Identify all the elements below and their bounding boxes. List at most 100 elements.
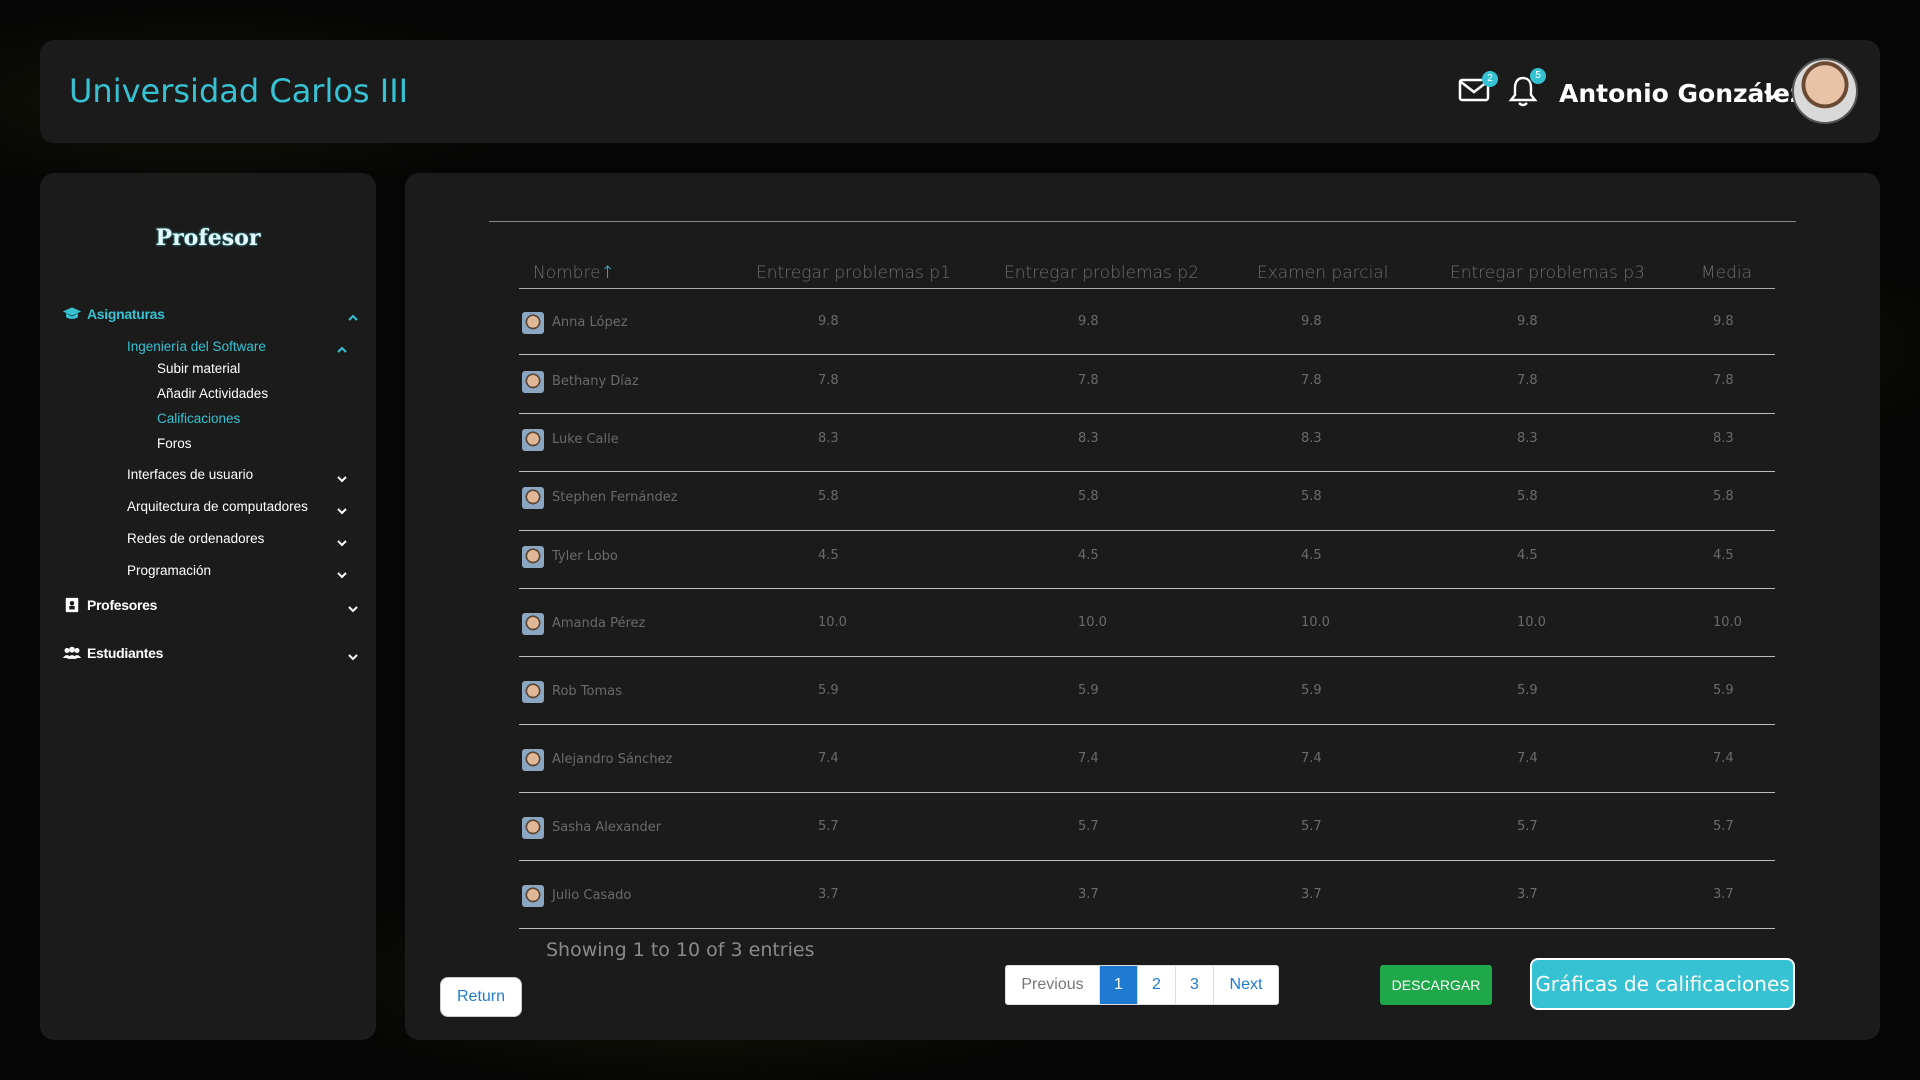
student-name: Alejandro Sánchez <box>552 752 673 767</box>
column-header-label: Nombre <box>533 263 601 283</box>
grade-charts-button[interactable]: Gráficas de calificaciones <box>1530 958 1795 1010</box>
student-avatar <box>522 429 544 451</box>
grade-p1: 3.7 <box>818 887 839 902</box>
grade-p2: 4.5 <box>1078 548 1099 563</box>
grade-media: 7.8 <box>1713 373 1734 388</box>
id-badge-icon <box>65 597 79 613</box>
top-header: Universidad Carlos III 2 5 Antonio Gonzá… <box>40 40 1880 143</box>
column-header-examen[interactable]: Examen parcial <box>1257 263 1388 283</box>
grade-media: 7.4 <box>1713 751 1734 766</box>
student-name: Sasha Alexander <box>552 820 662 835</box>
grade-p3: 10.0 <box>1517 615 1546 630</box>
column-header-p3[interactable]: Entregar problemas p3 <box>1450 263 1645 283</box>
student-avatar <box>522 681 544 703</box>
row-divider <box>519 860 1775 861</box>
column-header-media[interactable]: Media <box>1701 263 1752 283</box>
grade-p1: 10.0 <box>818 615 847 630</box>
student-name: Julio Casado <box>552 888 632 903</box>
pagination-page-1[interactable]: 1 <box>1100 966 1138 1004</box>
row-divider <box>519 354 1775 355</box>
grade-exam: 4.5 <box>1301 548 1322 563</box>
grade-p3: 9.8 <box>1517 314 1538 329</box>
student-name: Rob Tomas <box>552 684 622 699</box>
pagination-previous[interactable]: Previous <box>1006 966 1100 1004</box>
sidebar: Profesor Asignaturas Ingeniería del Soft… <box>40 173 376 1040</box>
grade-p2: 7.4 <box>1078 751 1099 766</box>
student-name: Anna López <box>552 315 628 330</box>
chevron-down-icon[interactable] <box>336 474 348 484</box>
mail-button[interactable]: 2 <box>1458 71 1498 107</box>
chevron-up-icon[interactable] <box>336 345 348 355</box>
sidebar-item-asignaturas[interactable]: Asignaturas <box>62 306 165 322</box>
sidebar-subitem-anadir-actividades[interactable]: Añadir Actividades <box>157 386 268 401</box>
student-name: Tyler Lobo <box>552 549 618 564</box>
student-avatar <box>522 312 544 334</box>
sidebar-subitem-calificaciones[interactable]: Calificaciones <box>157 411 240 426</box>
chevron-down-icon[interactable] <box>347 604 359 614</box>
sidebar-item-label: Calificaciones <box>157 411 241 426</box>
sidebar-subitem-foros[interactable]: Foros <box>157 436 192 451</box>
row-divider <box>519 724 1775 725</box>
column-header-p2[interactable]: Entregar problemas p2 <box>1004 263 1199 283</box>
row-divider <box>519 928 1775 929</box>
grade-p3: 7.8 <box>1517 373 1538 388</box>
grade-p2: 5.9 <box>1078 683 1099 698</box>
pagination-page-2[interactable]: 2 <box>1138 966 1176 1004</box>
return-button[interactable]: Return <box>440 977 522 1017</box>
grade-media: 3.7 <box>1713 887 1734 902</box>
sidebar-item-label: Interfaces de usuario <box>127 467 254 482</box>
grade-media: 5.8 <box>1713 489 1734 504</box>
pagination-next[interactable]: Next <box>1214 966 1278 1004</box>
sidebar-item-label: Estudiantes <box>87 645 164 661</box>
sidebar-item-label: Foros <box>157 436 192 451</box>
chevron-down-icon[interactable] <box>336 538 348 548</box>
chevron-up-icon[interactable] <box>347 313 359 323</box>
grade-p3: 3.7 <box>1517 887 1538 902</box>
grade-p3: 5.7 <box>1517 819 1538 834</box>
grade-exam: 10.0 <box>1301 615 1330 630</box>
grade-media: 4.5 <box>1713 548 1734 563</box>
chevron-down-icon[interactable] <box>347 652 359 662</box>
grade-exam: 5.9 <box>1301 683 1322 698</box>
sidebar-item-profesores[interactable]: Profesores <box>62 597 157 613</box>
chevron-down-icon[interactable] <box>336 506 348 516</box>
grade-media: 9.8 <box>1713 314 1734 329</box>
sidebar-subject-interfaces[interactable]: Interfaces de usuario <box>127 467 253 482</box>
sidebar-subject-arquitectura[interactable]: Arquitectura de computadores <box>127 499 308 514</box>
column-header-p1[interactable]: Entregar problemas p1 <box>756 263 951 283</box>
pagination-page-3[interactable]: 3 <box>1176 966 1214 1004</box>
grade-media: 5.7 <box>1713 819 1734 834</box>
row-divider <box>519 471 1775 472</box>
sidebar-item-label: Profesores <box>87 597 158 613</box>
column-header-nombre[interactable]: Nombre↑ <box>533 263 615 283</box>
sidebar-item-label: Arquitectura de computadores <box>127 499 308 514</box>
grade-p1: 5.8 <box>818 489 839 504</box>
header-divider <box>519 288 1775 289</box>
grade-p1: 5.7 <box>818 819 839 834</box>
sidebar-item-label: Añadir Actividades <box>157 386 269 401</box>
student-avatar <box>522 817 544 839</box>
notifications-button[interactable]: 5 <box>1508 68 1546 110</box>
divider <box>489 221 1796 222</box>
chevron-down-icon[interactable] <box>1763 88 1781 102</box>
grade-media: 10.0 <box>1713 615 1742 630</box>
grade-p3: 5.8 <box>1517 489 1538 504</box>
grade-media: 5.9 <box>1713 683 1734 698</box>
user-avatar[interactable] <box>1792 58 1858 124</box>
sidebar-subject-active[interactable]: Ingeniería del Software <box>127 339 266 354</box>
grade-p1: 7.4 <box>818 751 839 766</box>
grade-p3: 5.9 <box>1517 683 1538 698</box>
sidebar-subitem-subir-material[interactable]: Subir material <box>157 361 240 376</box>
student-avatar <box>522 371 544 393</box>
grade-p1: 9.8 <box>818 314 839 329</box>
chevron-down-icon[interactable] <box>336 570 348 580</box>
sidebar-item-estudiantes[interactable]: Estudiantes <box>62 645 163 661</box>
grade-media: 8.3 <box>1713 431 1734 446</box>
brand-title[interactable]: Universidad Carlos III <box>69 72 408 110</box>
download-button[interactable]: DESCARGAR <box>1380 965 1492 1005</box>
sidebar-subject-redes[interactable]: Redes de ordenadores <box>127 531 264 546</box>
sidebar-subject-programacion[interactable]: Programación <box>127 563 211 578</box>
row-divider <box>519 530 1775 531</box>
grade-p2: 5.7 <box>1078 819 1099 834</box>
grades-panel: Nombre↑ Entregar problemas p1 Entregar p… <box>405 173 1880 1040</box>
